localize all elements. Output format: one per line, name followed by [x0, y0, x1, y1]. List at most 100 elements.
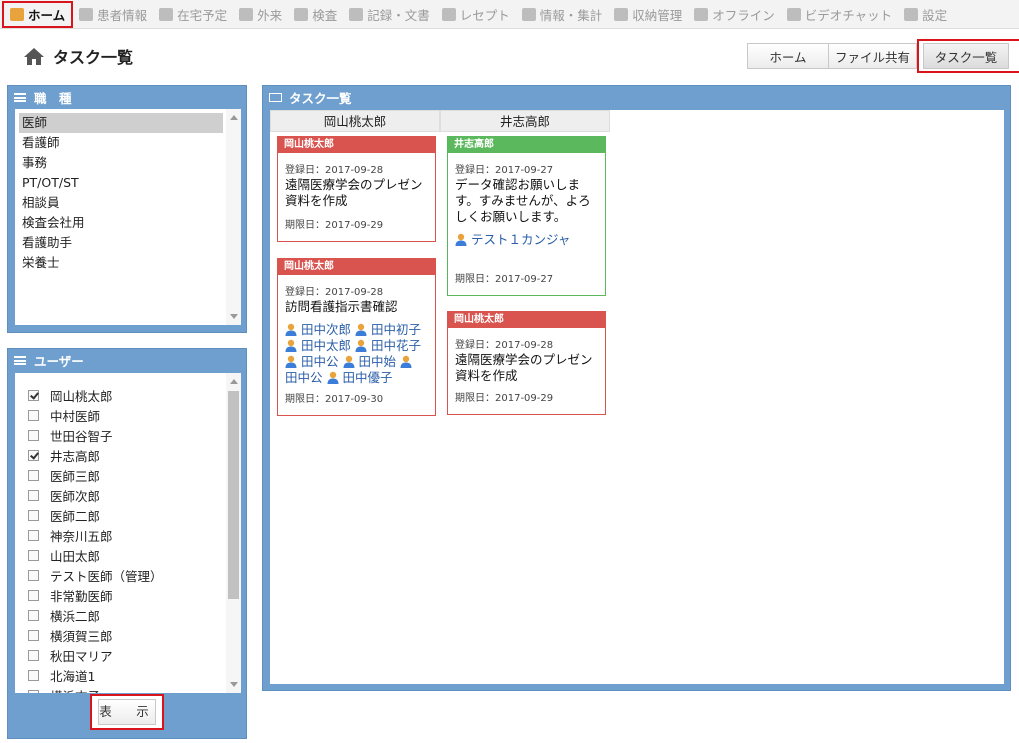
- assigned-user[interactable]: 田中初子: [355, 322, 421, 337]
- user-list-item[interactable]: 中村医師: [15, 405, 241, 425]
- user-checkbox[interactable]: [28, 449, 39, 461]
- tab-file-share[interactable]: ファイル共有: [829, 43, 917, 69]
- job-item[interactable]: 検査会社用: [19, 213, 223, 233]
- nav-settings[interactable]: 設定: [898, 2, 953, 27]
- user-list-scrollbar[interactable]: [226, 373, 241, 693]
- user-list-item[interactable]: 神奈川五郎: [15, 525, 241, 545]
- task-title[interactable]: データ確認お願いします。すみませんが、よろしくお願いします。: [455, 177, 598, 225]
- assigned-user-name[interactable]: 田中次郎: [301, 322, 351, 337]
- user-list-item[interactable]: 北海道1: [15, 665, 241, 685]
- job-item[interactable]: 相談員: [19, 193, 223, 213]
- tab-task-list[interactable]: タスク一覧: [923, 43, 1009, 69]
- user-list-item[interactable]: 井志高郎: [15, 445, 241, 465]
- user-checkbox[interactable]: [28, 529, 39, 541]
- user-checkbox[interactable]: [28, 469, 39, 481]
- nav-outpatient[interactable]: 外来: [233, 2, 288, 27]
- assigned-user-name[interactable]: テスト１カンジャ: [471, 232, 570, 247]
- user-name: テスト医師（管理）: [50, 568, 163, 584]
- scroll-up-icon[interactable]: [230, 379, 238, 384]
- scroll-down-icon[interactable]: [230, 314, 238, 319]
- assigned-user-name[interactable]: 田中優子: [343, 370, 393, 385]
- user-checkbox[interactable]: [28, 549, 39, 561]
- user-list-item[interactable]: 岡山桃太郎: [15, 385, 241, 405]
- assigned-user[interactable]: テスト１カンジャ: [455, 232, 570, 247]
- user-checkbox[interactable]: [28, 589, 39, 601]
- task-title[interactable]: 遠隔医療学会のプレゼン資料を作成: [455, 352, 598, 384]
- user-list-item[interactable]: 横須賀三郎: [15, 625, 241, 645]
- scroll-up-icon[interactable]: [230, 115, 238, 120]
- task-card[interactable]: 岡山桃太郎 登録日：2017-09-28 訪問看護指示書確認 田中次郎 田中初子 田中…: [277, 258, 436, 416]
- user-checkbox[interactable]: [28, 409, 39, 421]
- assigned-user-name[interactable]: 田中始: [359, 354, 397, 369]
- nav-label: ビデオチャット: [804, 7, 893, 23]
- job-item[interactable]: 看護助手: [19, 233, 223, 253]
- nav-test[interactable]: 検査: [288, 2, 343, 27]
- tab-home[interactable]: ホーム: [747, 43, 829, 69]
- due-date: 期限日：2017-09-27: [455, 274, 554, 285]
- panel-title: 職 種: [34, 90, 72, 106]
- nav-document[interactable]: 記録・文書: [343, 2, 436, 27]
- task-title[interactable]: 訪問看護指示書確認: [285, 299, 428, 315]
- user-list-item[interactable]: 横浜二郎: [15, 605, 241, 625]
- user-list-item[interactable]: 医師三郎: [15, 465, 241, 485]
- user-list-item[interactable]: 山田太郎: [15, 545, 241, 565]
- assigned-user-name[interactable]: 田中初子: [371, 322, 421, 337]
- user-checkbox[interactable]: [28, 509, 39, 521]
- user-checkbox[interactable]: [28, 429, 39, 441]
- job-list[interactable]: 医師 看護師 事務 PT/OT/ST 相談員 検査会社用 看護助手 栄養士: [15, 109, 241, 325]
- show-button[interactable]: 表 示: [98, 699, 156, 725]
- assigned-user[interactable]: 田中次郎: [285, 322, 355, 337]
- task-title[interactable]: 遠隔医療学会のプレゼン資料を作成: [285, 177, 428, 209]
- assigned-user[interactable]: 田中始: [343, 354, 401, 369]
- user-checkbox[interactable]: [28, 609, 39, 621]
- registered-date: 登録日：2017-09-27: [455, 165, 554, 176]
- nav-video[interactable]: ビデオチャット: [781, 2, 898, 27]
- user-checkbox[interactable]: [28, 489, 39, 501]
- user-list-item[interactable]: 非常勤医師: [15, 585, 241, 605]
- job-list-scrollbar[interactable]: [226, 109, 241, 325]
- user-list-item[interactable]: 世田谷智子: [15, 425, 241, 445]
- job-item[interactable]: 医師: [19, 113, 223, 133]
- assigned-user-name[interactable]: 田中公: [285, 370, 323, 385]
- user-checkbox[interactable]: [28, 649, 39, 661]
- user-list-item[interactable]: 秋田マリア: [15, 645, 241, 665]
- task-card[interactable]: 岡山桃太郎 登録日：2017-09-28 遠隔医療学会のプレゼン資料を作成 期限日：2…: [277, 136, 436, 242]
- assigned-user-name[interactable]: 田中太郎: [301, 338, 351, 353]
- user-checkbox[interactable]: [28, 629, 39, 641]
- assigned-user[interactable]: 田中太郎: [285, 338, 355, 353]
- scroll-down-icon[interactable]: [230, 682, 238, 687]
- nav-payment[interactable]: 収納管理: [608, 2, 688, 27]
- user-checkbox[interactable]: [28, 569, 39, 581]
- user-checkbox[interactable]: [28, 669, 39, 681]
- user-list[interactable]: 岡山桃太郎 中村医師 世田谷智子 井志高郎 医師三郎 医師次郎 医師二郎 神奈川五郎 山田太郎テ…: [15, 373, 241, 693]
- user-checkbox[interactable]: [28, 389, 39, 401]
- scroll-thumb[interactable]: [228, 391, 239, 599]
- job-item[interactable]: 事務: [19, 153, 223, 173]
- list-icon: [14, 92, 26, 102]
- task-card[interactable]: 岡山桃太郎 登録日：2017-09-28 遠隔医療学会のプレゼン資料を作成 期限日：2…: [447, 311, 606, 415]
- user-checkbox[interactable]: [28, 689, 39, 693]
- user-list-item[interactable]: 横浜末子: [15, 685, 241, 693]
- user-name: 秋田マリア: [50, 648, 113, 664]
- assigned-user-name[interactable]: 田中公: [301, 354, 339, 369]
- job-item[interactable]: 栄養士: [19, 253, 223, 273]
- user-list-item[interactable]: テスト医師（管理）: [15, 565, 241, 585]
- job-item[interactable]: PT/OT/ST: [19, 173, 223, 193]
- nav-home[interactable]: ホーム: [2, 0, 74, 28]
- assigned-user-name[interactable]: 田中花子: [371, 338, 421, 353]
- nav-stats[interactable]: 情報・集計: [516, 2, 609, 27]
- assigned-users: 田中次郎 田中初子 田中太郎 田中花子 田中公 田中始 田中公 田中優子: [285, 322, 428, 386]
- assigned-user[interactable]: 田中優子: [327, 370, 393, 385]
- job-item[interactable]: 看護師: [19, 133, 223, 153]
- task-card[interactable]: 井志高郎 登録日：2017-09-27 データ確認お願いします。すみませんが、よろし…: [447, 136, 606, 296]
- nav-schedule[interactable]: 在宅予定: [153, 2, 233, 27]
- user-list-item[interactable]: 医師二郎: [15, 505, 241, 525]
- assigned-user[interactable]: 田中公: [285, 354, 343, 369]
- card-owner: 岡山桃太郎: [278, 137, 435, 153]
- nav-offline[interactable]: オフライン: [688, 2, 781, 27]
- user-list-item[interactable]: 医師次郎: [15, 485, 241, 505]
- nav-patient[interactable]: 患者情報: [73, 2, 153, 27]
- receipt-icon: [441, 7, 456, 21]
- nav-receipt[interactable]: レセプト: [436, 2, 516, 27]
- assigned-user[interactable]: 田中花子: [355, 338, 421, 353]
